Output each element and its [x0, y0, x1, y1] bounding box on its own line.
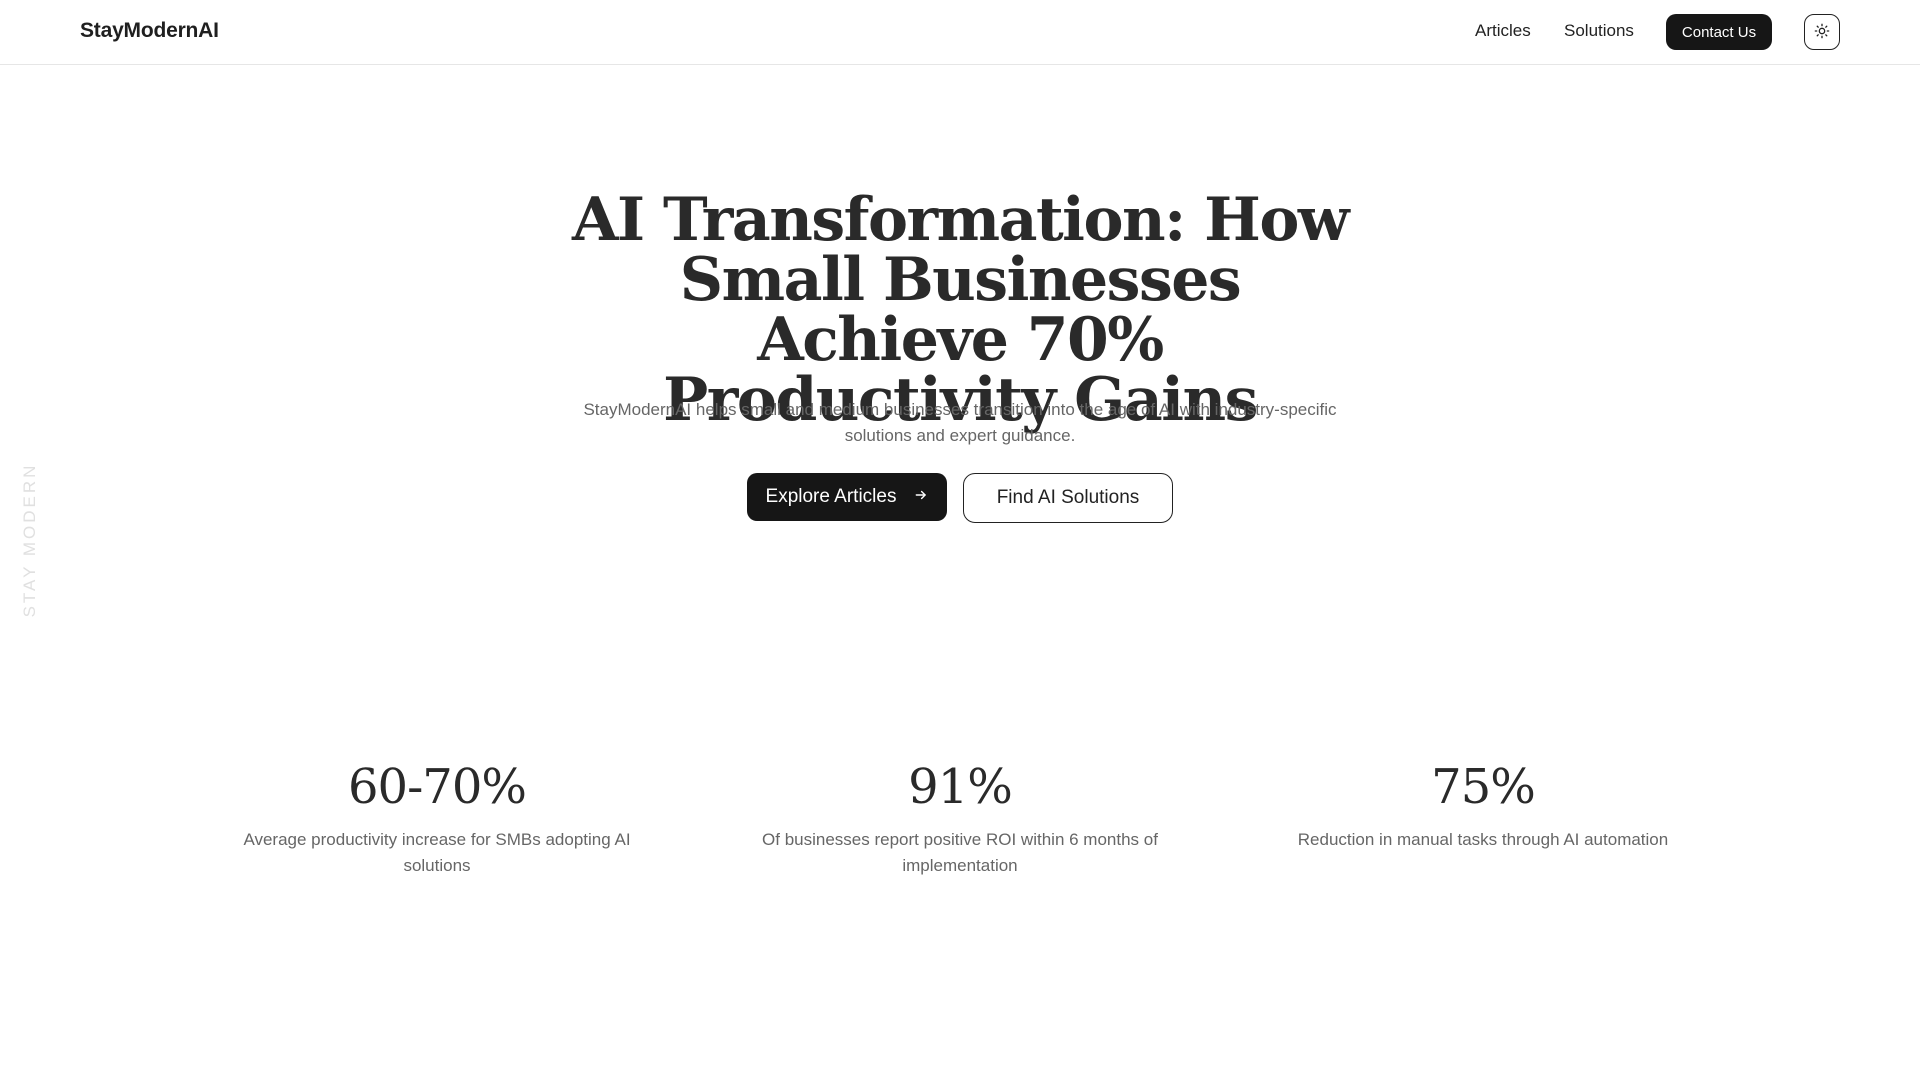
- explore-articles-label: Explore Articles: [765, 486, 897, 507]
- stat-description: Reduction in manual tasks through AI aut…: [1297, 830, 1669, 849]
- hero-subtitle: StayModernAI helps small and medium busi…: [583, 400, 1337, 445]
- stat-value: 60-70%: [348, 759, 527, 815]
- nav-articles-link[interactable]: Articles: [1475, 21, 1531, 41]
- theme-toggle-button[interactable]: [1804, 14, 1840, 50]
- explore-articles-button[interactable]: Explore Articles: [747, 473, 947, 521]
- stat-value: 91%: [908, 759, 1013, 815]
- find-ai-solutions-button[interactable]: Find AI Solutions: [963, 473, 1173, 523]
- side-vertical-label: STAY MODERN: [20, 462, 39, 618]
- top-navigation-bar: StayModernAI Articles Solutions Contact …: [0, 0, 1920, 65]
- stat-value: 75%: [1431, 759, 1536, 815]
- stat-item: 91% Of businesses report positive ROI wi…: [740, 755, 1180, 879]
- contact-us-button[interactable]: Contact Us: [1666, 14, 1772, 50]
- stat-description: Of businesses report positive ROI within…: [762, 830, 1158, 875]
- sun-icon: [1814, 23, 1830, 42]
- stat-item: 75% Reduction in manual tasks through AI…: [1263, 755, 1703, 853]
- brand-logo[interactable]: StayModernAI: [80, 19, 219, 43]
- stat-description: Average productivity increase for SMBs a…: [243, 830, 631, 875]
- nav-solutions-link[interactable]: Solutions: [1564, 21, 1634, 41]
- arrow-right-icon: [914, 486, 928, 508]
- hero-title: AI Transformation: How Small Businesses …: [571, 185, 1350, 435]
- stat-item: 60-70% Average productivity increase for…: [217, 755, 657, 879]
